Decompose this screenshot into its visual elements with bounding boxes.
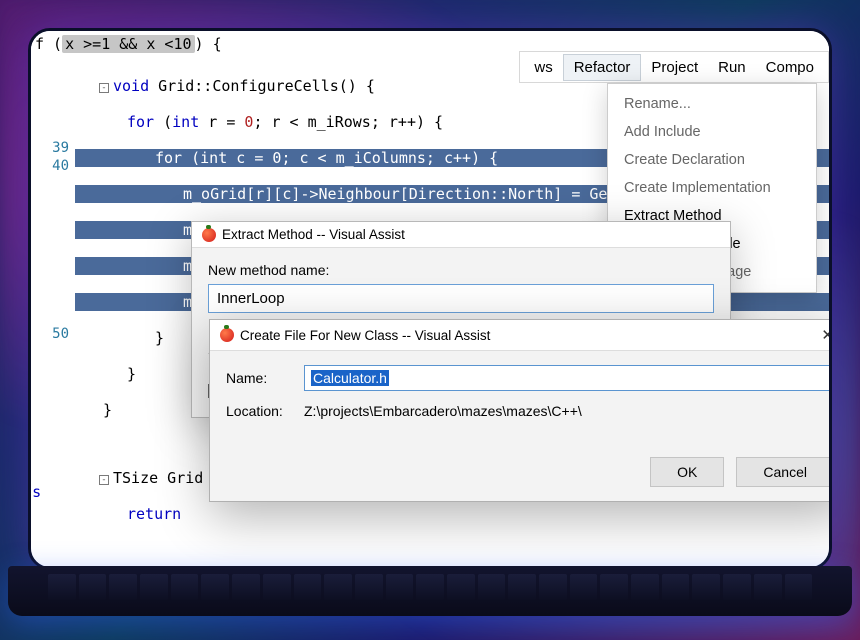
ok-button[interactable]: OK: [650, 457, 724, 487]
dialog-titlebar[interactable]: Extract Method -- Visual Assist: [192, 222, 730, 248]
tomato-icon: [202, 228, 216, 242]
name-label: Name:: [226, 370, 292, 386]
line-number: 40: [31, 157, 69, 175]
menu-item-component[interactable]: Compo: [756, 55, 824, 80]
create-file-dialog[interactable]: Create File For New Class -- Visual Assi…: [209, 319, 832, 502]
highlighted-condition: x >=1 && x <10: [62, 35, 194, 53]
fold-icon[interactable]: -: [99, 83, 109, 93]
file-name-value: Calculator.h: [311, 370, 389, 386]
menu-add-include[interactable]: Add Include: [608, 118, 816, 146]
code-text: return: [127, 505, 181, 523]
menu-item-ws[interactable]: ws: [524, 55, 562, 80]
code-text: f (: [35, 35, 62, 53]
laptop-screen: f ( x >=1 && x <10 ) { 39 40 50 -void Gr…: [28, 28, 832, 570]
line-number: 50: [31, 325, 69, 343]
code-text: ) {: [195, 35, 222, 53]
menu-rename[interactable]: Rename...: [608, 90, 816, 118]
menu-item-refactor[interactable]: Refactor: [563, 54, 642, 81]
dialog-title-text: Extract Method -- Visual Assist: [222, 227, 405, 242]
close-icon[interactable]: ✕: [817, 326, 832, 344]
location-label: Location:: [226, 403, 292, 419]
cut-off-code-left: int cons: [28, 411, 41, 501]
location-value: Z:\projects\Embarcadero\mazes\mazes\C++\: [304, 403, 582, 419]
menu-item-run[interactable]: Run: [708, 55, 756, 80]
tomato-icon: [220, 328, 234, 342]
menu-bar[interactable]: ws Refactor Project Run Compo: [519, 51, 829, 83]
file-name-input[interactable]: Calculator.h: [304, 365, 832, 391]
menu-item-project[interactable]: Project: [641, 55, 708, 80]
fold-icon[interactable]: -: [99, 475, 109, 485]
menu-create-declaration[interactable]: Create Declaration: [608, 146, 816, 174]
new-method-label: New method name:: [208, 262, 714, 278]
laptop-keys: [48, 574, 812, 600]
dialog-titlebar[interactable]: Create File For New Class -- Visual Assi…: [210, 320, 832, 351]
laptop-base: [8, 566, 852, 616]
line-number: 39: [31, 139, 69, 157]
cancel-button[interactable]: Cancel: [736, 457, 832, 487]
menu-create-implementation[interactable]: Create Implementation: [608, 174, 816, 202]
dialog-title-text: Create File For New Class -- Visual Assi…: [240, 328, 490, 343]
method-name-input[interactable]: [208, 284, 714, 313]
